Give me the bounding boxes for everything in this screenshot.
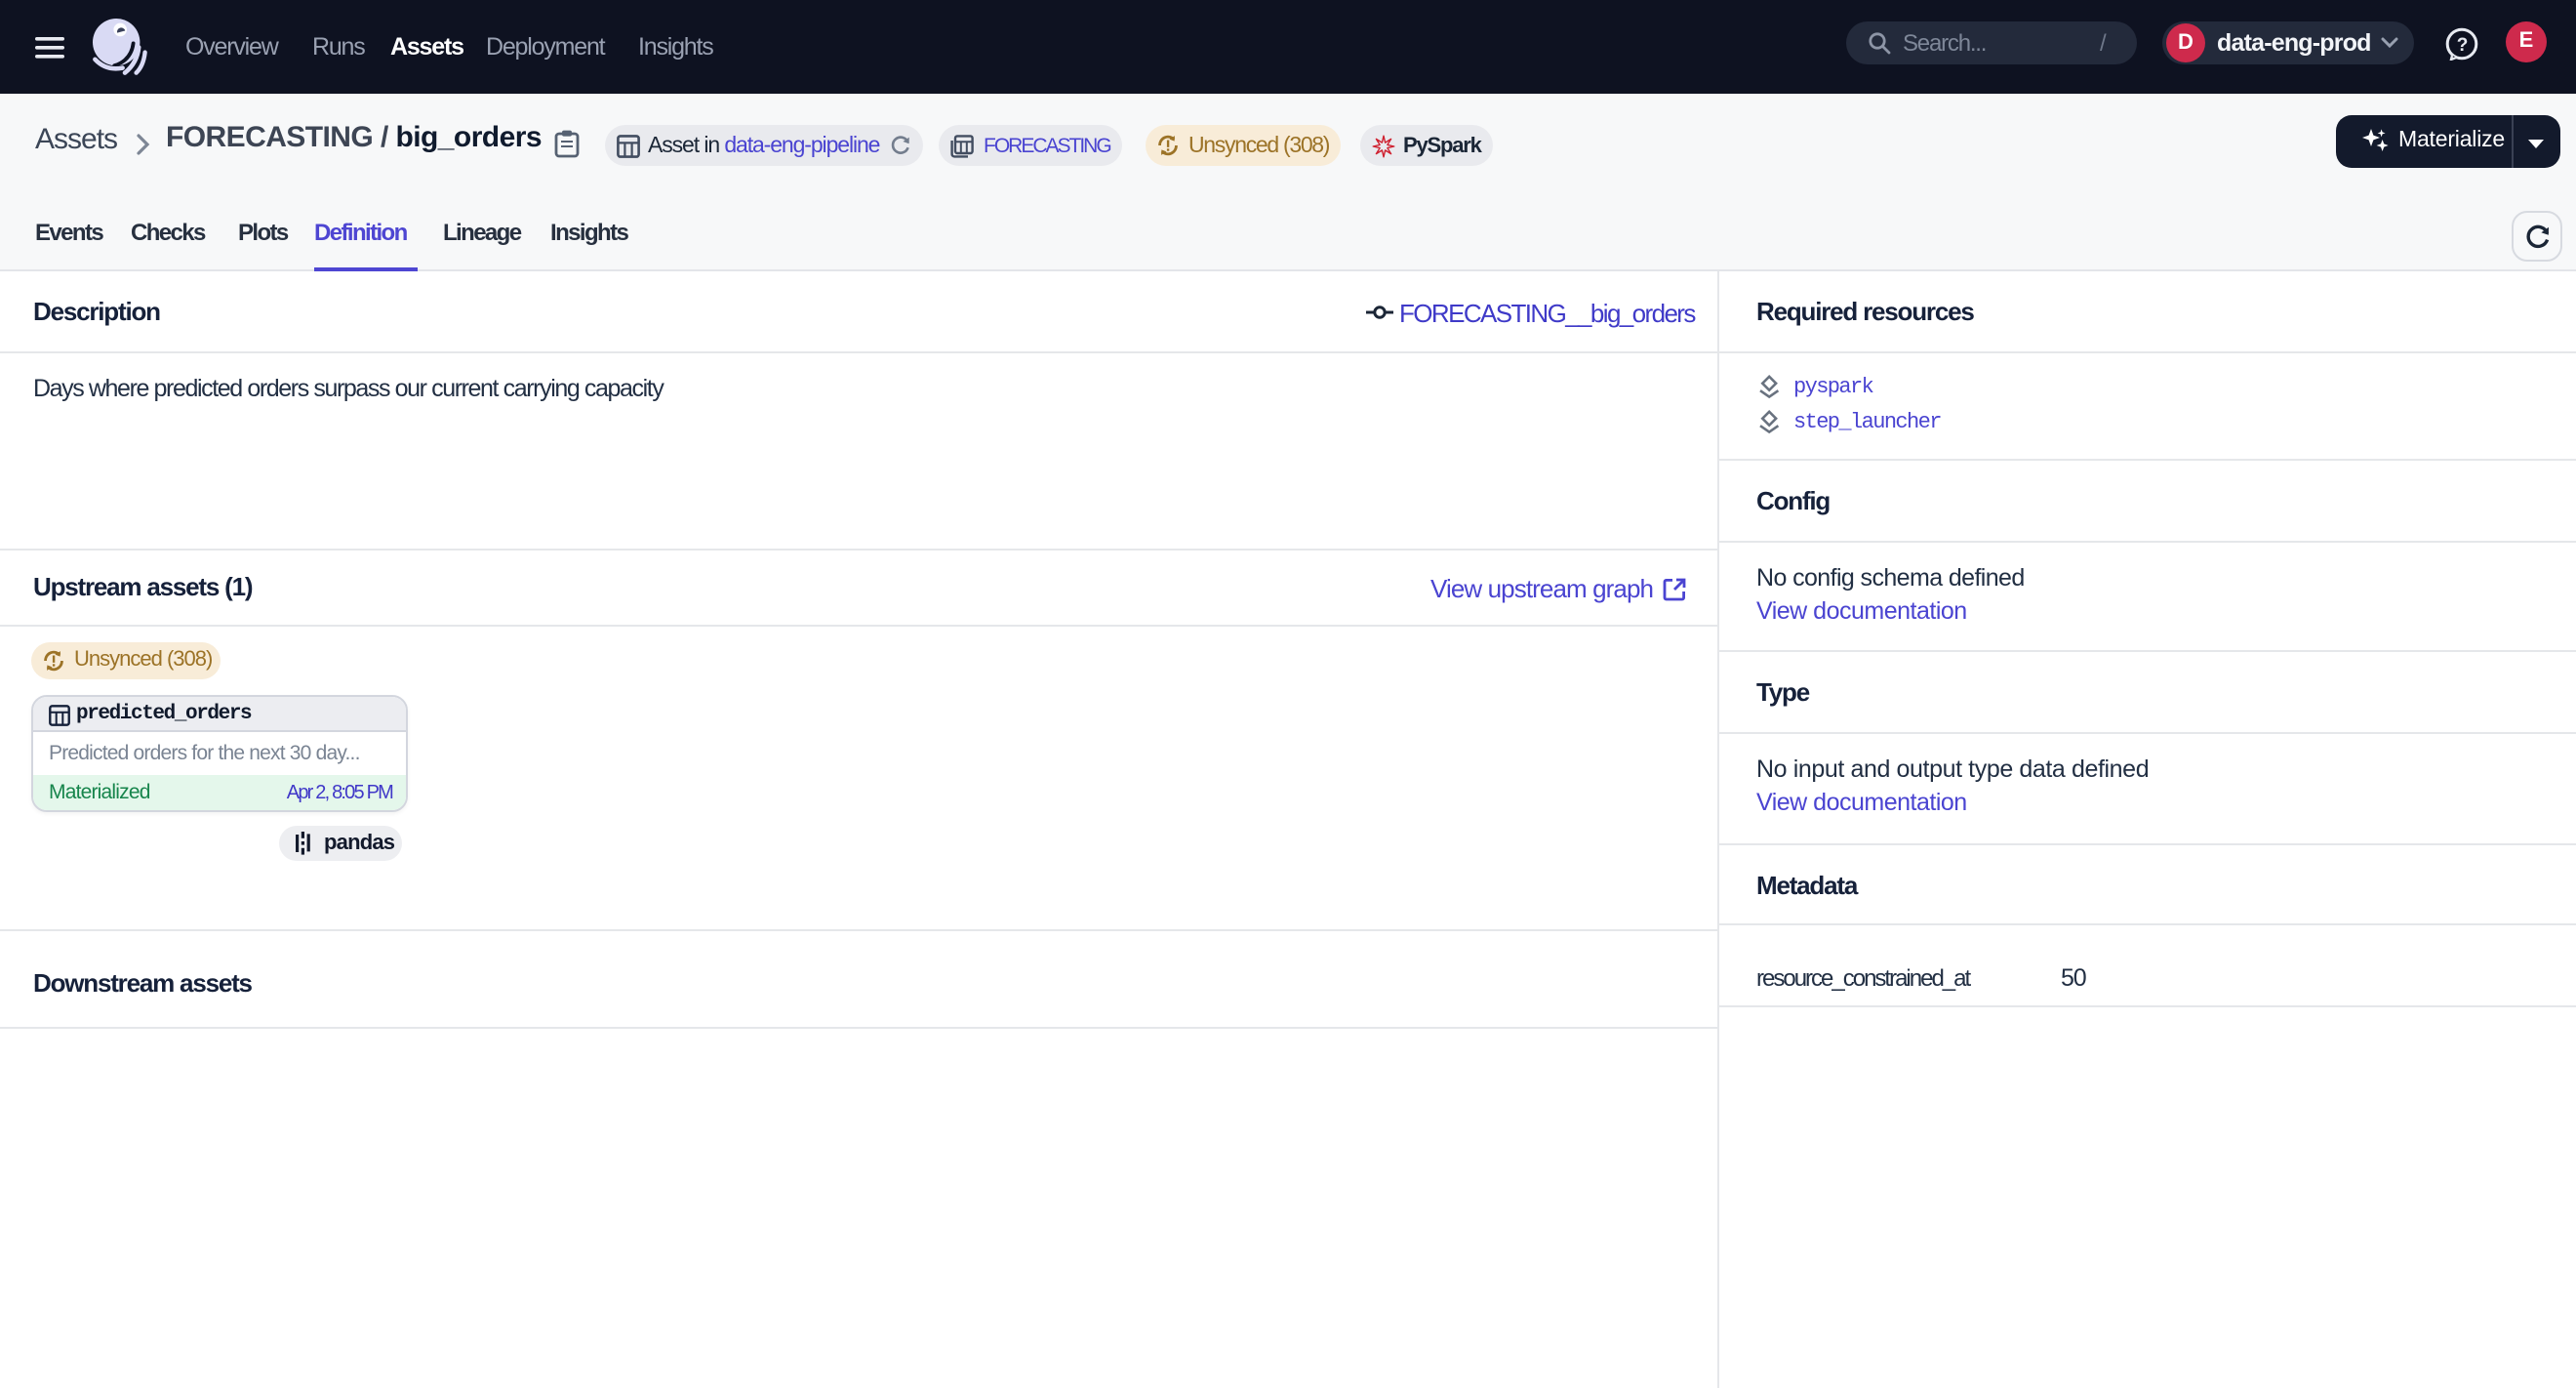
svg-text:?: ? (2457, 35, 2468, 56)
